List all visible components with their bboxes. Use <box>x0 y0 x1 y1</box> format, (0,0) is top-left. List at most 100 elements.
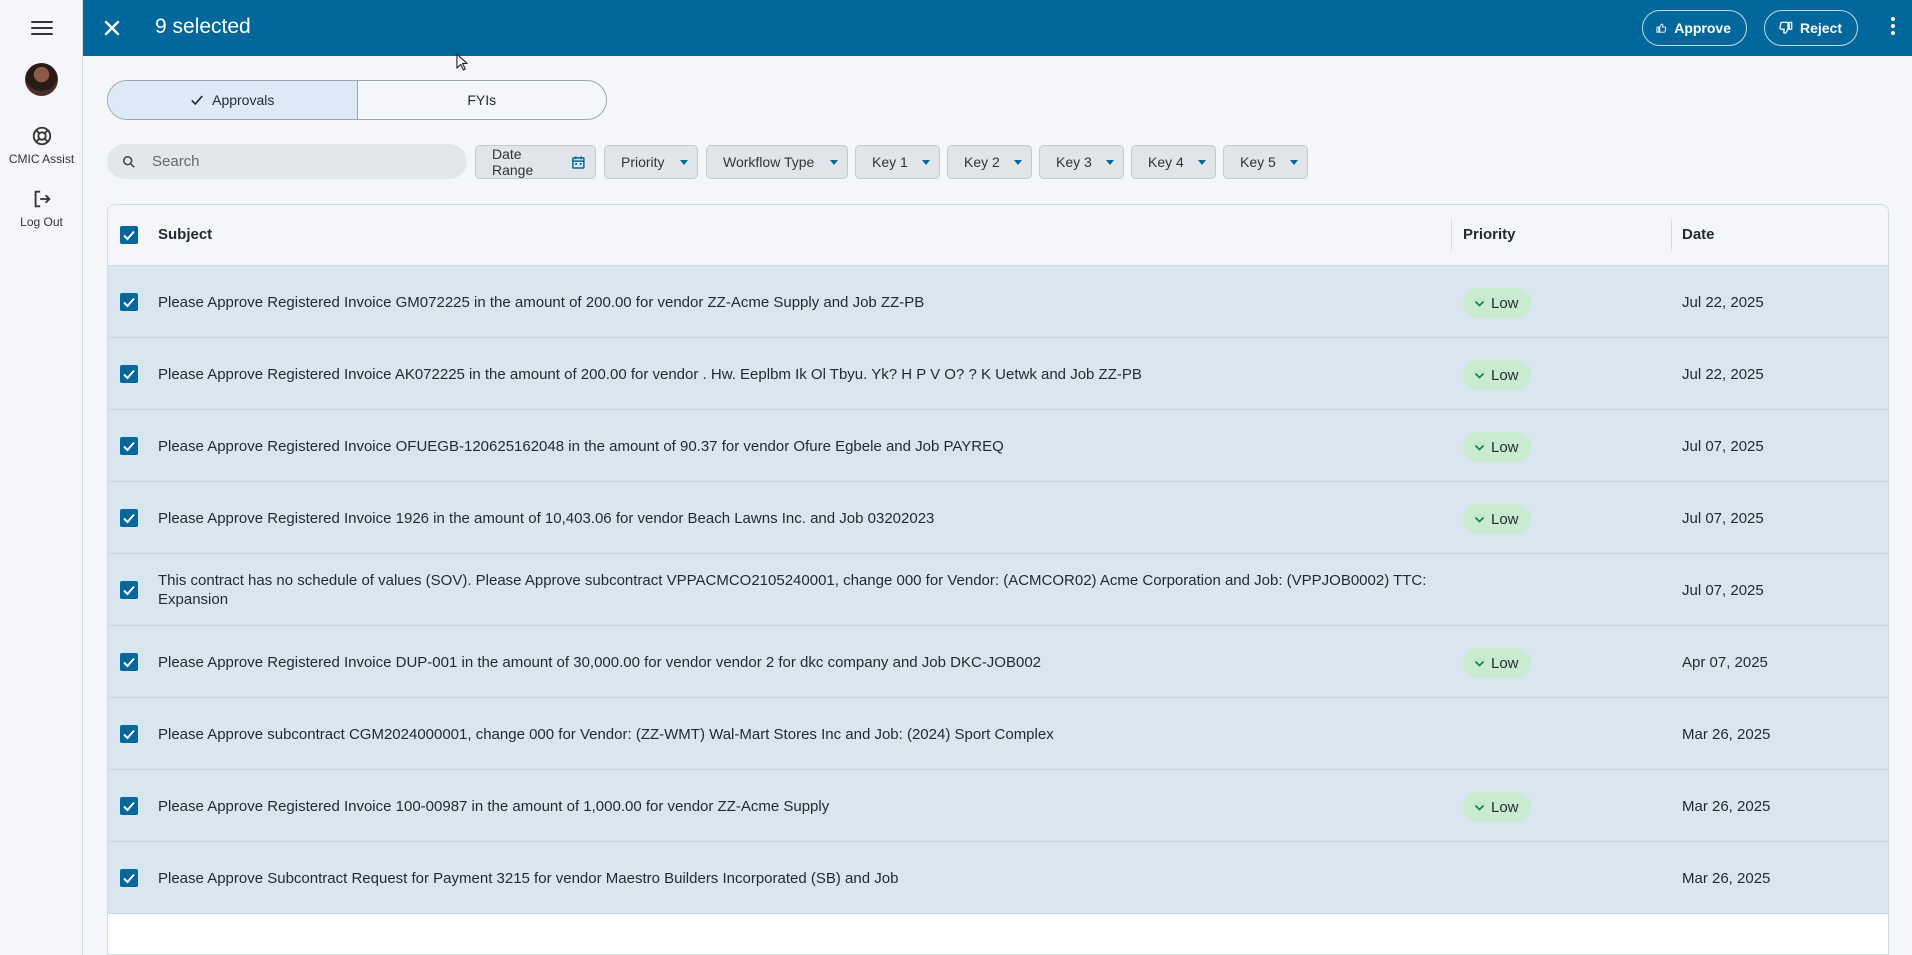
filter-workflow-type[interactable]: Workflow Type <box>706 145 848 179</box>
approvals-table: Subject Priority Date Please Approve Reg… <box>107 204 1889 955</box>
filter-workflow-type-label: Workflow Type <box>723 154 815 170</box>
row-checkbox[interactable] <box>120 653 138 671</box>
chevron-down-icon <box>1474 444 1485 451</box>
filter-priority[interactable]: Priority <box>604 145 698 179</box>
hamburger-icon[interactable] <box>27 17 57 41</box>
tab-approvals[interactable]: Approvals <box>108 81 357 119</box>
filter-key-1[interactable]: Key 1 <box>855 145 940 179</box>
column-resizer[interactable] <box>1671 219 1672 251</box>
reject-button[interactable]: Reject <box>1764 10 1858 46</box>
chevron-down-icon <box>1474 516 1485 523</box>
filter-key-3-label: Key 3 <box>1056 154 1092 170</box>
chevron-down-icon <box>1474 660 1485 667</box>
row-date: Mar 26, 2025 <box>1682 725 1771 743</box>
row-date: Mar 26, 2025 <box>1682 869 1771 887</box>
check-icon <box>123 441 135 452</box>
row-checkbox[interactable] <box>120 797 138 815</box>
table-row[interactable]: Please Approve Subcontract Request for P… <box>108 842 1888 914</box>
caret-down-icon <box>830 159 838 165</box>
search-input[interactable] <box>152 153 452 170</box>
close-selection-button[interactable] <box>96 12 128 44</box>
row-subject: Please Approve subcontract CGM2024000001… <box>158 698 1458 770</box>
row-subject-text: Please Approve Registered Invoice OFUEGB… <box>158 437 1004 455</box>
table-row[interactable]: Please Approve Registered Invoice 1926 i… <box>108 482 1888 554</box>
filter-key-2[interactable]: Key 2 <box>947 145 1032 179</box>
table-row[interactable]: Please Approve Registered Invoice DUP-00… <box>108 626 1888 698</box>
approve-label: Approve <box>1674 20 1731 36</box>
check-icon <box>123 801 135 812</box>
row-checkbox[interactable] <box>120 725 138 743</box>
filter-priority-label: Priority <box>621 154 665 170</box>
check-icon <box>123 657 135 668</box>
chevron-down-icon <box>1474 300 1485 307</box>
row-subject: Please Approve Registered Invoice DUP-00… <box>158 626 1458 698</box>
filter-key-5[interactable]: Key 5 <box>1223 145 1308 179</box>
table-row[interactable]: Please Approve subcontract CGM2024000001… <box>108 698 1888 770</box>
left-rail: CMIC Assist Log Out <box>0 0 83 955</box>
row-date: Apr 07, 2025 <box>1682 653 1768 671</box>
nav-log-out[interactable]: Log Out <box>0 188 83 229</box>
table-row[interactable]: Please Approve Registered Invoice 100-00… <box>108 770 1888 842</box>
check-icon <box>123 873 135 884</box>
column-header-subject[interactable]: Subject <box>158 226 212 243</box>
check-icon <box>123 369 135 380</box>
selection-count: 9 selected <box>155 15 251 38</box>
nav-log-out-label: Log Out <box>20 215 63 229</box>
row-date: Jul 07, 2025 <box>1682 437 1764 455</box>
row-subject-text: This contract has no schedule of values … <box>158 572 1427 608</box>
filter-key-3[interactable]: Key 3 <box>1039 145 1124 179</box>
row-checkbox[interactable] <box>120 581 138 599</box>
table-header: Subject Priority Date <box>108 205 1888 266</box>
row-checkbox[interactable] <box>120 869 138 887</box>
thumbs-up-icon <box>1656 23 1667 33</box>
reject-label: Reject <box>1799 20 1842 36</box>
avatar[interactable] <box>25 63 58 96</box>
filter-date-range[interactable]: Date Range <box>475 145 596 179</box>
thumbs-down-icon <box>1779 21 1793 34</box>
caret-down-icon <box>680 159 688 165</box>
table-body: Please Approve Registered Invoice GM0722… <box>108 266 1888 914</box>
priority-badge: Low <box>1463 648 1531 678</box>
mouse-cursor-icon <box>456 53 468 71</box>
filter-key-4[interactable]: Key 4 <box>1131 145 1216 179</box>
row-subject: Please Approve Registered Invoice OFUEGB… <box>158 410 1458 482</box>
priority-badge-label: Low <box>1491 510 1519 528</box>
view-tabs: Approvals FYIs <box>107 80 607 120</box>
caret-down-icon <box>1106 159 1114 165</box>
row-checkbox[interactable] <box>120 293 138 311</box>
row-date: Jul 07, 2025 <box>1682 581 1764 599</box>
row-checkbox[interactable] <box>120 437 138 455</box>
priority-badge-label: Low <box>1491 294 1519 312</box>
approve-button[interactable]: Approve <box>1642 10 1747 46</box>
column-header-date[interactable]: Date <box>1682 226 1715 243</box>
row-subject-text: Please Approve Registered Invoice GM0722… <box>158 293 925 311</box>
row-subject-text: Please Approve Registered Invoice DUP-00… <box>158 653 1042 671</box>
logout-icon <box>34 190 51 208</box>
tab-fyis-label: FYIs <box>467 92 497 108</box>
row-subject-text: Please Approve Registered Invoice 1926 i… <box>158 509 935 527</box>
row-subject: Please Approve Subcontract Request for P… <box>158 842 1458 914</box>
priority-badge: Low <box>1463 504 1531 534</box>
table-row[interactable]: Please Approve Registered Invoice GM0722… <box>108 266 1888 338</box>
row-checkbox[interactable] <box>120 365 138 383</box>
priority-badge: Low <box>1463 792 1531 822</box>
row-checkbox[interactable] <box>120 509 138 527</box>
priority-badge-label: Low <box>1491 654 1519 672</box>
select-all-checkbox[interactable] <box>120 226 138 244</box>
table-row[interactable]: Please Approve Registered Invoice OFUEGB… <box>108 410 1888 482</box>
search-icon <box>122 155 135 168</box>
table-row[interactable]: Please Approve Registered Invoice AK0722… <box>108 338 1888 410</box>
chevron-down-icon <box>1474 372 1485 379</box>
row-subject: Please Approve Registered Invoice 100-00… <box>158 770 1458 842</box>
row-subject: Please Approve Registered Invoice GM0722… <box>158 266 1458 338</box>
column-resizer[interactable] <box>1451 219 1452 251</box>
caret-down-icon <box>1290 159 1298 165</box>
row-subject-text: Please Approve Registered Invoice AK0722… <box>158 365 1142 383</box>
more-vert-icon[interactable] <box>1883 15 1903 41</box>
priority-badge: Low <box>1463 360 1531 390</box>
nav-cmic-assist[interactable]: CMIC Assist <box>0 125 83 166</box>
table-row[interactable]: This contract has no schedule of values … <box>108 554 1888 626</box>
tab-fyis[interactable]: FYIs <box>356 81 607 119</box>
priority-badge-label: Low <box>1491 798 1519 816</box>
column-header-priority[interactable]: Priority <box>1463 226 1516 243</box>
